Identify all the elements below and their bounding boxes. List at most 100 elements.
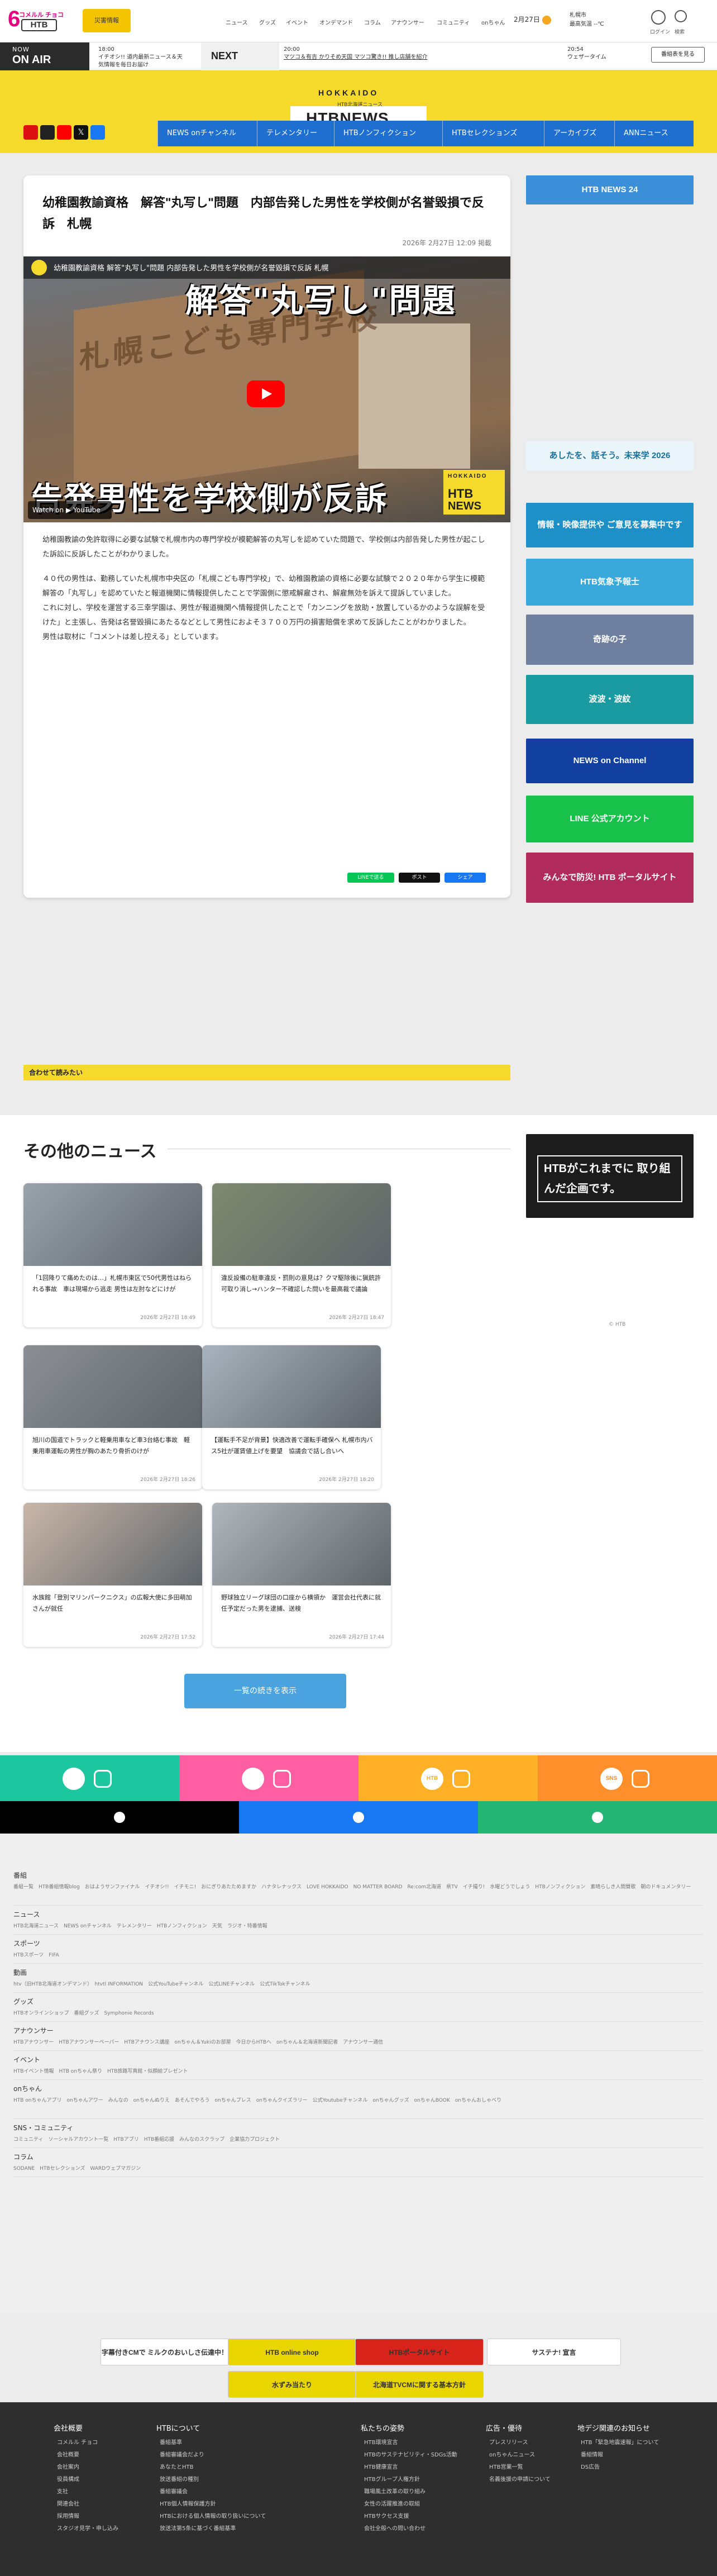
news-thumbnail[interactable] xyxy=(212,1183,391,1266)
video-player[interactable]: 札幌こども専門学校 幼稚園教諭資格 解答"丸写し"問題 内部告発した男性を学校側… xyxy=(23,256,510,522)
news-card-title[interactable]: 違反設備の駐車違反・罰則の意見は？クマ駆除後に猟銃許可取り消し→ハンター不確認し… xyxy=(221,1273,383,1295)
right-banner-5[interactable]: 奇跡の子 xyxy=(526,615,694,665)
disaster-info-button[interactable]: 災害情報 xyxy=(83,9,131,32)
x-icon[interactable]: 𝕏 xyxy=(74,125,88,140)
footer-link[interactable]: 関連会社 xyxy=(57,2498,169,2511)
nav-announcer[interactable]: アナウンサー xyxy=(391,18,424,26)
nav-news-on-channel[interactable]: NEWS onチャンネル xyxy=(157,121,245,146)
news-thumbnail[interactable] xyxy=(202,1345,381,1428)
footer-link-bar-4[interactable]: SNS xyxy=(538,1755,717,1801)
play-icon[interactable] xyxy=(247,380,285,407)
footer-link[interactable]: 放送番組の種別 xyxy=(160,2474,327,2486)
x-share-button[interactable]: ポスト xyxy=(399,873,440,883)
footer-link[interactable]: 番組基準 xyxy=(160,2437,327,2449)
footer-link[interactable]: 役員構成 xyxy=(57,2474,169,2486)
facebook-icon[interactable] xyxy=(90,125,105,140)
footer-link[interactable]: 番組審議会 xyxy=(160,2486,327,2498)
news-card[interactable]: 野球独立リーグ球団の口座から横領か 運営会社代表に就任予定だった男を逮捕、送検 2… xyxy=(212,1503,391,1647)
news-card-title[interactable]: 旭川の国道でトラックと軽乗用車など車3台絡む事故 軽乗用車運転の男性が胸のあたり… xyxy=(32,1435,194,1457)
nav-nonfiction[interactable]: HTBノンフィクション xyxy=(334,121,425,146)
footer-link[interactable]: HTBにおける個人情報の取り扱いについて xyxy=(160,2511,327,2523)
news-card[interactable]: 違反設備の駐車違反・罰則の意見は？クマ駆除後に猟銃許可取り消し→ハンター不確認し… xyxy=(212,1183,391,1327)
htb-logo[interactable]: 6 コメルル チョコ HTB xyxy=(8,7,66,34)
footer-link[interactable]: 放送法第5条に基づく番組基準 xyxy=(160,2523,327,2535)
footer-link[interactable]: 会社概要 xyxy=(57,2449,169,2461)
footer-link[interactable]: スタジオ見学・申し込み xyxy=(57,2523,169,2535)
news-card-title[interactable]: 野球独立リーグ球団の口座から横領か 運営会社代表に就任予定だった男を逮捕、送検 xyxy=(221,1592,383,1615)
sitemap-links[interactable]: HTB北海道ニュース NEWS onチャンネル テレメンタリー HTBノンフィク… xyxy=(13,1922,704,1931)
footer-link[interactable]: HTB環境宣言 xyxy=(364,2437,476,2449)
line-share-button[interactable]: LINEで送る xyxy=(347,873,394,883)
sitemap-links[interactable]: HTBイベント情報 HTB onちゃん祭り HTB旅路写真館・似顔絵プレゼント xyxy=(13,2067,704,2076)
sitemap-links[interactable]: HTBアナウンサー HTBアナウンサーペーパー HTBアナウンス講座 onちゃん… xyxy=(13,2038,704,2047)
footer-link-bar-1[interactable] xyxy=(0,1755,179,1801)
right-banner-4[interactable]: HTB気象予報士 xyxy=(526,559,694,606)
footer-link[interactable]: 支社 xyxy=(57,2486,169,2498)
right-banner-7[interactable]: NEWS on Channel xyxy=(526,739,694,783)
footer-link[interactable]: 会社全般への問い合わせ xyxy=(364,2523,476,2535)
tiktok-icon[interactable] xyxy=(40,125,55,140)
more-news-button[interactable]: 一覧の続きを表示 xyxy=(184,1674,346,1708)
right-banner-3[interactable]: 情報・映像提供や ご意見を募集中です xyxy=(526,503,694,547)
bottom-banner-1[interactable]: 字幕付きCMで ミルクのおいしさ伝達中！ xyxy=(101,2339,229,2365)
footer-link[interactable]: 名義後援の申請について xyxy=(489,2474,601,2486)
bottom-banner-4[interactable]: サステナ! 宣言 xyxy=(487,2339,621,2365)
footer-link[interactable]: HTBサクセス支援 xyxy=(364,2511,476,2523)
footer-link[interactable]: コメルル チョコ xyxy=(57,2437,169,2449)
social-link-1[interactable] xyxy=(0,1801,239,1834)
footer-link[interactable]: 女性の活躍推進の取組 xyxy=(364,2498,476,2511)
nav-telementary[interactable]: テレメンタリー xyxy=(257,121,326,146)
footer-link[interactable]: 番組審議会だより xyxy=(160,2449,327,2461)
footer-link[interactable]: HTBグループ人権方針 xyxy=(364,2474,476,2486)
sitemap-links[interactable]: HTBオンラインショップ 番組グッズ Symphonie Records xyxy=(13,2009,704,2018)
nav-community[interactable]: コミュニティ xyxy=(437,18,470,26)
news-card-title[interactable]: 【運転手不足が背景】快適改善で運転手確保へ 札幌市内バス5社が運賃値上げを要望 … xyxy=(211,1435,373,1457)
login-icon[interactable] xyxy=(651,10,666,25)
news-thumbnail[interactable] xyxy=(23,1345,202,1428)
news-card[interactable]: 旭川の国道でトラックと軽乗用車など車3台絡む事故 軽乗用車運転の男性が胸のあたり… xyxy=(23,1345,202,1489)
footer-link[interactable]: 採用情報 xyxy=(57,2511,169,2523)
nav-event[interactable]: イベント xyxy=(286,18,308,26)
footer-link[interactable]: HTB健康宣言 xyxy=(364,2461,476,2474)
social-link-2[interactable] xyxy=(239,1801,478,1834)
bottom-banner-3[interactable]: HTBポータルサイト xyxy=(355,2339,484,2365)
sitemap-links[interactable]: HTB onちゃんアプリ onちゃんアワー みんなの onちゃんぬりえ あそんで… xyxy=(13,2096,704,2105)
right-banner-9[interactable]: みんなで防災! HTB ポータルサイト xyxy=(526,853,694,903)
program-guide-button[interactable]: 番組表を見る xyxy=(651,47,705,63)
footer-link[interactable]: HTB「緊急地震速報」について xyxy=(581,2437,692,2449)
news-card-title[interactable]: 「1回降りて痛めたのは…」札幌市東区で50代男性はねられる事故 車は現場から逃走… xyxy=(32,1273,194,1295)
footer-link[interactable]: あなたとHTB xyxy=(160,2461,327,2474)
next-program[interactable]: 20:00 マツコ＆有吉 かりそめ天国 マツコ驚き!! 推し店舗を紹介 xyxy=(284,46,552,61)
nav-ondemand[interactable]: オンデマンド xyxy=(319,18,353,26)
nav-selections[interactable]: HTBセレクションズ xyxy=(442,121,526,146)
sitemap-links[interactable]: 番組一覧 HTB番組情報blog おはようサンファイナル イチオシ!! イチモニ… xyxy=(13,1883,704,1892)
sitemap-links[interactable]: htv（旧HTB北海道オンデマンド） htvtl INFORMATION 公式Y… xyxy=(13,1980,704,1989)
news-thumbnail[interactable] xyxy=(23,1503,202,1585)
htb-projects-ad[interactable]: HTBがこれまでに 取り組んだ企画です。 xyxy=(526,1134,694,1218)
footer-link[interactable]: 職場風土改革の取り組み xyxy=(364,2486,476,2498)
footer-link[interactable]: HTB個人情報保護方針 xyxy=(160,2498,327,2511)
nav-goods[interactable]: グッズ xyxy=(259,18,276,26)
sitemap-links[interactable]: HTBスポーツ FIFA xyxy=(13,1951,704,1960)
right-banner-6[interactable]: 波波・波紋 xyxy=(526,675,694,724)
news-thumbnail[interactable] xyxy=(212,1503,391,1585)
news-card[interactable]: 【運転手不足が背景】快適改善で運転手確保へ 札幌市内バス5社が運賃値上げを要望 … xyxy=(202,1345,381,1489)
footer-link[interactable]: 会社案内 xyxy=(57,2461,169,2474)
search-icon[interactable] xyxy=(675,10,687,22)
news-card[interactable]: 「1回降りて痛めたのは…」札幌市東区で50代男性はねられる事故 車は現場から逃走… xyxy=(23,1183,202,1327)
footer-link[interactable]: DS広告 xyxy=(581,2461,692,2474)
nav-column[interactable]: コラム xyxy=(364,18,381,26)
news-card-title[interactable]: 水族館「登別マリンパークニクス」の広報大使に多田萌加さんが就任 xyxy=(32,1592,194,1615)
social-link-3[interactable] xyxy=(478,1801,717,1834)
right-banner-8[interactable]: LINE 公式アカウント xyxy=(526,796,694,842)
bottom-banner-2[interactable]: HTB online shop xyxy=(228,2339,356,2365)
nav-onchan[interactable]: onちゃん xyxy=(481,18,505,26)
home-icon[interactable] xyxy=(23,125,38,140)
footer-link-bar-2[interactable] xyxy=(179,1755,358,1801)
right-banner-1[interactable]: HTB NEWS 24 xyxy=(526,175,694,204)
sitemap-links[interactable]: コミュニティ ソーシャルアカウント一覧 HTBアプリ HTB番組応援 みんなのス… xyxy=(13,2135,704,2144)
footer-link-bar-3[interactable]: HTB xyxy=(358,1755,538,1801)
nav-news[interactable]: ニュース xyxy=(226,18,248,26)
sitemap-links[interactable]: SODANE HTBセレクションズ WARDウェブマガジン xyxy=(13,2164,704,2173)
facebook-share-button[interactable]: シェア xyxy=(444,873,486,883)
